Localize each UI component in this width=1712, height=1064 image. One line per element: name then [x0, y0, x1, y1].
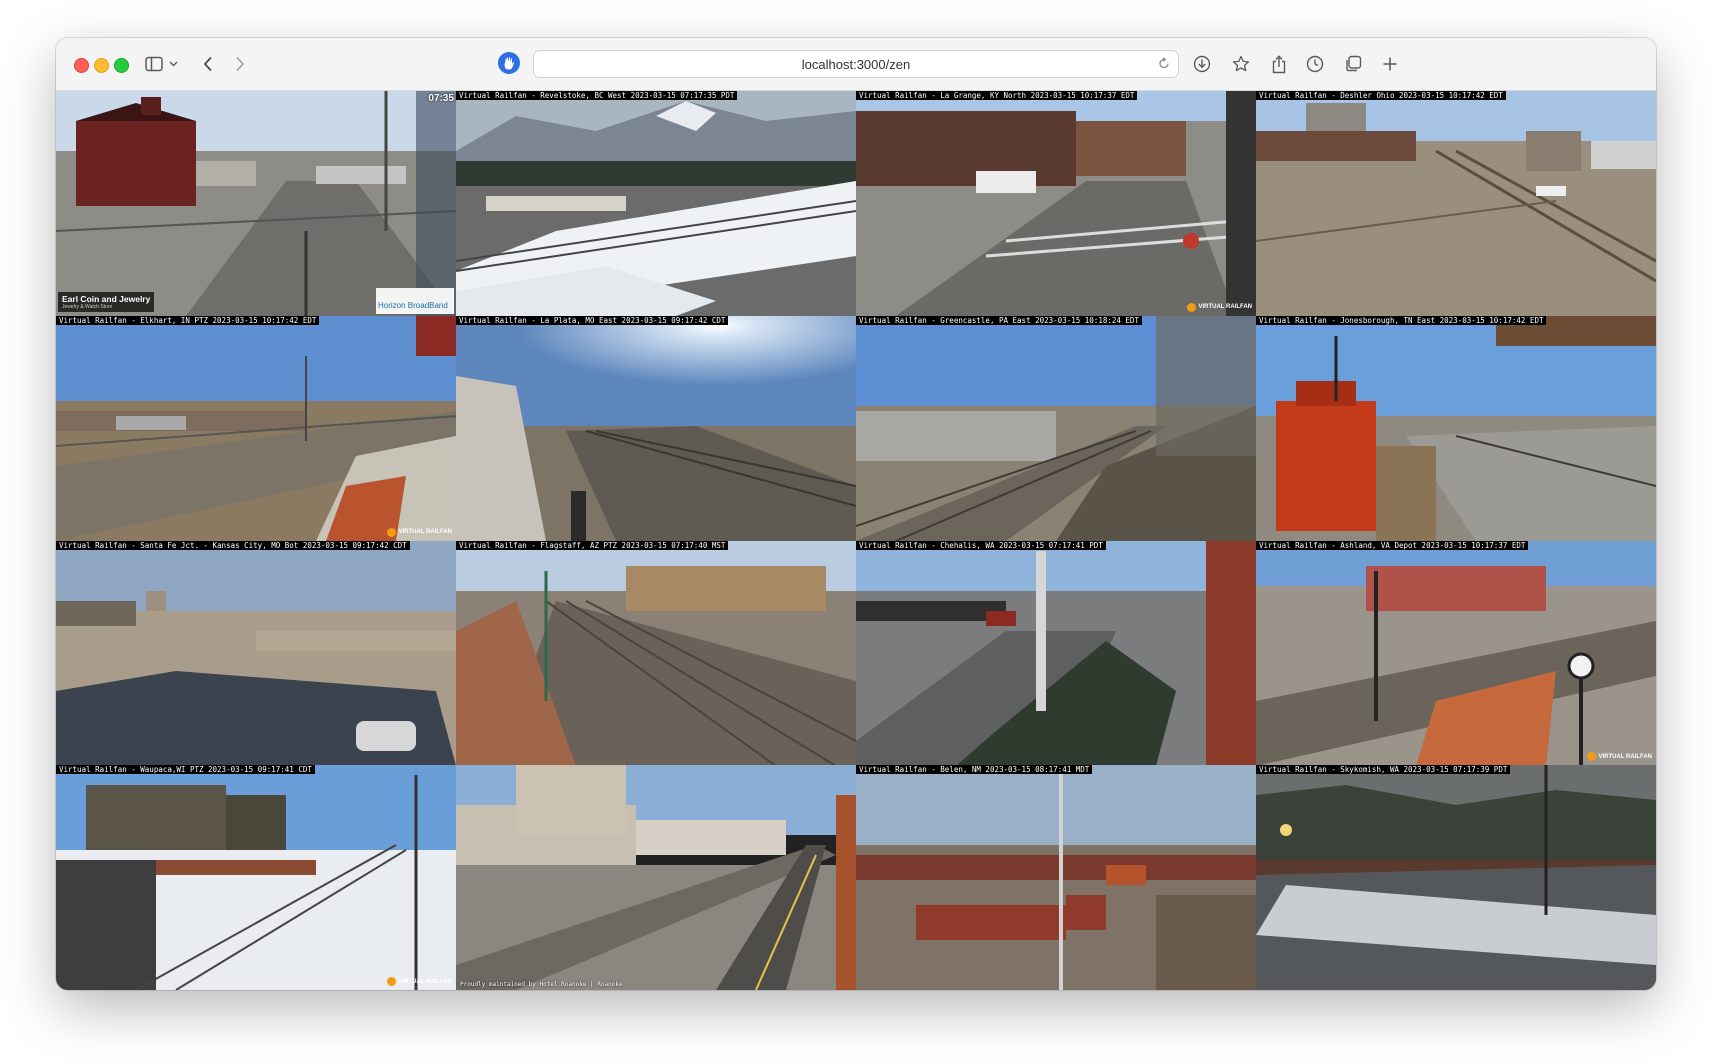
camera-label: Virtual Railfan - Skykomish, WA 2023-03-…	[1256, 765, 1511, 775]
railfan-logo-icon	[387, 527, 397, 537]
tabs-icon[interactable]	[1341, 52, 1365, 76]
history-icon[interactable]	[1303, 52, 1327, 76]
camera-tile[interactable]: Virtual Railfan - Chehalis, WA 2023-03-1…	[856, 540, 1256, 766]
camera-feed	[1256, 315, 1656, 541]
camera-tile[interactable]: 07:35 Earl Coin and Jewelry Jewelry & Wat…	[56, 91, 456, 316]
camera-feed	[856, 765, 1256, 990]
camera-tile[interactable]: Virtual Railfan - Elkhart, IN PTZ 2023-0…	[56, 315, 456, 541]
camera-label: Virtual Railfan - La Grange, KY North 20…	[856, 91, 1138, 100]
railfan-logo-icon	[387, 977, 397, 986]
camera-time: 07:35	[428, 93, 454, 104]
camera-feed	[456, 765, 856, 990]
camera-tile[interactable]: Virtual Railfan - Belen, NM 2023-03-15 0…	[856, 765, 1256, 990]
virtual-railfan-badge: VIRTUAL RAILFAN	[387, 527, 452, 537]
store-sign: Earl Coin and Jewelry Jewelry & Watch Sto…	[58, 291, 155, 312]
camera-caption: Proudly maintained by Hotel Roanoke | Ro…	[460, 981, 623, 988]
camera-feed	[1256, 540, 1656, 766]
share-icon[interactable]	[1267, 52, 1291, 76]
camera-feed	[856, 91, 1256, 316]
camera-feed	[56, 765, 456, 990]
store-sign-name: Earl Coin and Jewelry	[62, 293, 151, 304]
railfan-logo-icon	[1187, 302, 1197, 312]
camera-label: Virtual Railfan - Waupaca,WI PTZ 2023-03…	[56, 765, 315, 775]
virtual-railfan-badge: VIRTUAL RAILFAN	[387, 977, 452, 986]
store-sign-sub: Jewelry & Watch Store	[62, 303, 113, 310]
back-icon[interactable]	[196, 52, 220, 76]
new-tab-icon[interactable]	[1378, 52, 1402, 76]
camera-tile[interactable]: Virtual Railfan - Skykomish, WA 2023-03-…	[1256, 765, 1656, 990]
camera-feed	[1256, 91, 1656, 316]
camera-tile[interactable]: Virtual Railfan - Greencastle, PA East 2…	[856, 315, 1256, 541]
camera-label: Virtual Railfan - Santa Fe Jct. - Kansas…	[56, 540, 410, 550]
isp-logo: Horizon BroadBand	[376, 287, 454, 314]
camera-tile[interactable]: Virtual Railfan - Ashland, VA Depot 2023…	[1256, 540, 1656, 766]
camera-tile[interactable]: Proudly maintained by Hotel Roanoke | Ro…	[456, 765, 856, 990]
railfan-logo-icon	[1587, 752, 1597, 762]
virtual-railfan-badge: VIRTUAL RAILFAN	[1187, 302, 1252, 312]
camera-tile[interactable]: Virtual Railfan - Revelstoke, BC West 20…	[456, 91, 856, 316]
camera-feed	[56, 540, 456, 766]
camera-feed	[1256, 765, 1656, 990]
camera-label: Virtual Railfan - Belen, NM 2023-03-15 0…	[856, 765, 1093, 775]
camera-tile[interactable]: Virtual Railfan - Jonesborough, TN East …	[1256, 315, 1656, 541]
virtual-railfan-badge: VIRTUAL RAILFAN	[1587, 752, 1652, 762]
camera-label: Virtual Railfan - Elkhart, IN PTZ 2023-0…	[56, 315, 320, 325]
zoom-window-button[interactable]	[114, 58, 129, 73]
camera-feed	[456, 540, 856, 766]
reload-icon[interactable]	[1158, 57, 1170, 75]
star-icon[interactable]	[1229, 52, 1253, 76]
camera-feed	[56, 315, 456, 541]
camera-label: Virtual Railfan - Flagstaff, AZ PTZ 2023…	[456, 540, 729, 550]
address-bar[interactable]: localhost:3000/zen	[533, 50, 1179, 78]
camera-label: Virtual Railfan - Revelstoke, BC West 20…	[456, 91, 738, 100]
camera-tile[interactable]: Virtual Railfan - Waupaca,WI PTZ 2023-03…	[56, 765, 456, 990]
url-text: localhost:3000/zen	[801, 57, 911, 72]
chevron-down-icon[interactable]	[166, 52, 180, 76]
camera-feed	[456, 315, 856, 541]
camera-label: Virtual Railfan - Deshler Ohio 2023-03-1…	[1256, 91, 1506, 100]
browser-window: localhost:3000/zen 07:35 Earl Coin and J…	[56, 38, 1656, 990]
camera-label: Virtual Railfan - La Plata, MO East 2023…	[456, 315, 729, 325]
close-window-button[interactable]	[74, 58, 89, 73]
camera-tile[interactable]: Virtual Railfan - Santa Fe Jct. - Kansas…	[56, 540, 456, 766]
camera-label: Virtual Railfan - Ashland, VA Depot 2023…	[1256, 540, 1529, 550]
minimize-window-button[interactable]	[94, 58, 109, 73]
camera-tile[interactable]: Virtual Railfan - La Plata, MO East 2023…	[456, 315, 856, 541]
camera-feed	[56, 91, 456, 316]
camera-label: Virtual Railfan - Greencastle, PA East 2…	[856, 315, 1142, 325]
camera-feed	[456, 91, 856, 316]
browser-toolbar: localhost:3000/zen	[56, 38, 1656, 91]
camera-tile[interactable]: Virtual Railfan - Deshler Ohio 2023-03-1…	[1256, 91, 1656, 316]
camera-tile[interactable]: Virtual Railfan - Flagstaff, AZ PTZ 2023…	[456, 540, 856, 766]
camera-grid: 07:35 Earl Coin and Jewelry Jewelry & Wat…	[56, 91, 1656, 990]
shield-icon[interactable]	[498, 52, 520, 74]
forward-icon[interactable]	[228, 52, 252, 76]
camera-feed	[856, 540, 1256, 766]
camera-feed	[856, 315, 1256, 541]
camera-tile[interactable]: Virtual Railfan - La Grange, KY North 20…	[856, 91, 1256, 316]
download-icon[interactable]	[1190, 52, 1214, 76]
camera-label: Virtual Railfan - Chehalis, WA 2023-03-1…	[856, 540, 1106, 550]
sidebar-icon[interactable]	[142, 52, 166, 76]
camera-label: Virtual Railfan - Jonesborough, TN East …	[1256, 315, 1547, 325]
